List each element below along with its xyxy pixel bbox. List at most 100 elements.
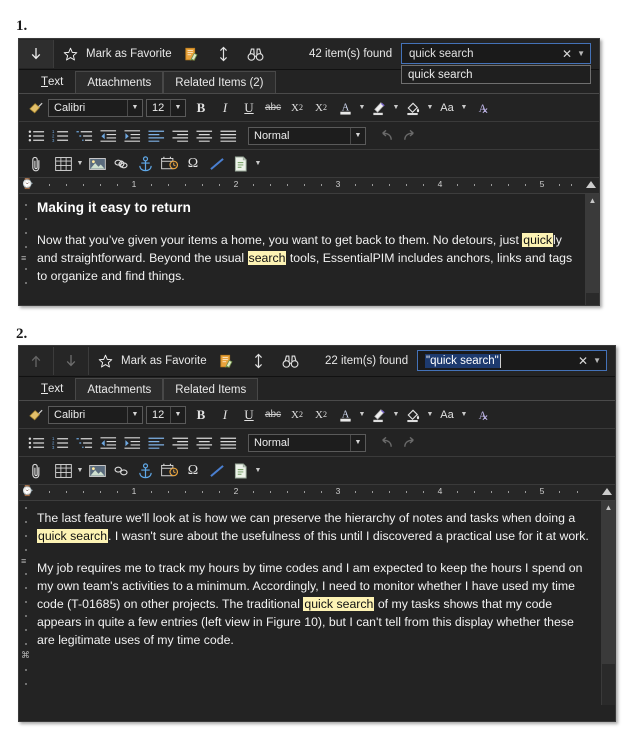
text-highlight-icon[interactable] xyxy=(368,97,390,119)
font-color-icon[interactable]: A xyxy=(334,97,356,119)
chevron-down-icon[interactable]: ▼ xyxy=(357,98,367,118)
font-size-select-2[interactable]: 12 ▼ xyxy=(146,405,186,424)
chevron-down-icon[interactable]: ▼ xyxy=(350,127,365,144)
font-color-icon[interactable]: A xyxy=(334,404,356,426)
bullet-list-icon[interactable] xyxy=(25,432,47,454)
chevron-down-icon[interactable]: ▼ xyxy=(391,405,401,425)
ruler-2[interactable]: ⌚ 1 2 3 4 5 xyxy=(19,485,615,501)
paperclip-icon[interactable] xyxy=(25,460,47,482)
edit-note-icon[interactable] xyxy=(215,350,239,372)
chevron-down-icon[interactable]: ▼ xyxy=(577,49,585,58)
sort-updown-icon[interactable] xyxy=(247,350,271,372)
strikethrough-button-2[interactable]: abc xyxy=(262,404,284,426)
chevron-down-icon[interactable]: ▼ xyxy=(127,406,142,423)
chevron-down-icon[interactable]: ▼ xyxy=(170,99,185,116)
chevron-down-icon[interactable]: ▼ xyxy=(127,99,142,116)
subscript-button-2[interactable]: X2 xyxy=(286,404,308,426)
chevron-down-icon[interactable]: ▼ xyxy=(425,405,435,425)
paragraph-style-select-1[interactable]: Normal ▼ xyxy=(248,126,366,145)
star-icon[interactable] xyxy=(95,351,115,371)
scroll-up-icon[interactable]: ▲ xyxy=(586,194,599,207)
image-icon[interactable] xyxy=(86,153,108,175)
change-case-button-2[interactable]: Aa xyxy=(436,404,458,426)
tab-related-items-1[interactable]: Related Items (2) xyxy=(163,71,276,93)
clear-formatting-icon[interactable]: A xyxy=(470,404,492,426)
anchor-icon[interactable] xyxy=(134,460,156,482)
table-icon[interactable] xyxy=(52,460,74,482)
nav-down-button-2[interactable] xyxy=(54,347,89,375)
page-icon[interactable] xyxy=(230,460,252,482)
search-input-2[interactable]: "quick search" ✕ ▼ xyxy=(417,350,607,371)
fill-color-icon[interactable] xyxy=(402,404,424,426)
clear-formatting-icon[interactable]: A xyxy=(470,97,492,119)
subscript-button-1[interactable]: X2 xyxy=(286,97,308,119)
chevron-down-icon[interactable]: ▼ xyxy=(170,406,185,423)
align-center-icon[interactable] xyxy=(193,432,215,454)
bullet-list-icon[interactable] xyxy=(25,125,47,147)
align-justify-icon[interactable] xyxy=(217,432,239,454)
indent-marker-right-icon[interactable] xyxy=(602,488,612,495)
omega-symbol-icon[interactable]: Ω xyxy=(182,460,204,482)
chevron-down-icon[interactable]: ▼ xyxy=(253,154,263,174)
align-right-icon[interactable] xyxy=(169,125,191,147)
chevron-down-icon[interactable]: ▼ xyxy=(391,98,401,118)
fill-color-icon[interactable] xyxy=(402,97,424,119)
numbered-list-icon[interactable]: 123 xyxy=(49,125,71,147)
tab-text-2[interactable]: Text xyxy=(29,378,75,400)
increase-indent-icon[interactable] xyxy=(121,125,143,147)
mark-as-favorite-label[interactable]: Mark as Favorite xyxy=(86,48,172,60)
chevron-down-icon[interactable]: ▼ xyxy=(459,405,469,425)
scroll-up-icon[interactable]: ▲ xyxy=(602,501,615,514)
date-time-icon[interactable] xyxy=(158,460,180,482)
increase-indent-icon[interactable] xyxy=(121,432,143,454)
document-text-2[interactable]: The last feature we'll look at is how we… xyxy=(33,501,601,705)
undo-icon[interactable] xyxy=(375,125,397,147)
chevron-down-icon[interactable]: ▼ xyxy=(253,461,263,481)
italic-button-1[interactable]: I xyxy=(214,97,236,119)
link-icon[interactable] xyxy=(110,460,132,482)
tab-text-1[interactable]: Text xyxy=(29,71,75,93)
decrease-indent-icon[interactable] xyxy=(97,125,119,147)
multilevel-list-icon[interactable] xyxy=(73,432,95,454)
align-center-icon[interactable] xyxy=(193,125,215,147)
link-icon[interactable] xyxy=(110,153,132,175)
chevron-down-icon[interactable]: ▼ xyxy=(75,154,85,174)
chevron-down-icon[interactable]: ▼ xyxy=(593,356,601,365)
star-icon[interactable] xyxy=(60,44,80,64)
nav-up-button-2[interactable] xyxy=(19,347,54,375)
tab-related-items-2[interactable]: Related Items xyxy=(163,378,259,400)
align-right-icon[interactable] xyxy=(169,432,191,454)
font-family-select-2[interactable]: Calibri ▼ xyxy=(48,405,143,424)
paragraph-style-select-2[interactable]: Normal ▼ xyxy=(248,433,366,452)
underline-button-1[interactable]: U xyxy=(238,97,260,119)
ruler-1[interactable]: ⌚ 1 2 3 4 5 xyxy=(19,178,599,194)
nav-down-button-1[interactable] xyxy=(19,40,54,68)
chevron-down-icon[interactable]: ▼ xyxy=(459,98,469,118)
close-icon[interactable]: ✕ xyxy=(562,48,572,60)
align-left-icon[interactable] xyxy=(145,432,167,454)
bold-button-1[interactable]: B xyxy=(190,97,212,119)
indent-marker-icon[interactable]: ⌚ xyxy=(21,179,33,190)
chevron-down-icon[interactable]: ▼ xyxy=(357,405,367,425)
binoculars-icon[interactable] xyxy=(279,350,303,372)
redo-icon[interactable] xyxy=(399,125,421,147)
strikethrough-button-1[interactable]: abc xyxy=(262,97,284,119)
sort-updown-icon[interactable] xyxy=(212,43,236,65)
indent-marker-right-icon[interactable] xyxy=(586,181,596,188)
indent-marker-icon[interactable]: ⌚ xyxy=(21,486,33,497)
chevron-down-icon[interactable]: ▼ xyxy=(350,434,365,451)
close-icon[interactable]: ✕ xyxy=(578,355,588,367)
chevron-down-icon[interactable]: ▼ xyxy=(75,461,85,481)
search-input-1[interactable]: quick search ✕ ▼ xyxy=(401,43,591,64)
table-icon[interactable] xyxy=(52,153,74,175)
date-time-icon[interactable] xyxy=(158,153,180,175)
paperclip-icon[interactable] xyxy=(25,153,47,175)
format-painter-icon[interactable] xyxy=(25,404,47,426)
horizontal-line-icon[interactable] xyxy=(206,460,228,482)
align-left-icon[interactable] xyxy=(145,125,167,147)
numbered-list-icon[interactable]: 123 xyxy=(49,432,71,454)
decrease-indent-icon[interactable] xyxy=(97,432,119,454)
anchor-icon[interactable] xyxy=(134,153,156,175)
undo-icon[interactable] xyxy=(375,432,397,454)
page-icon[interactable] xyxy=(230,153,252,175)
